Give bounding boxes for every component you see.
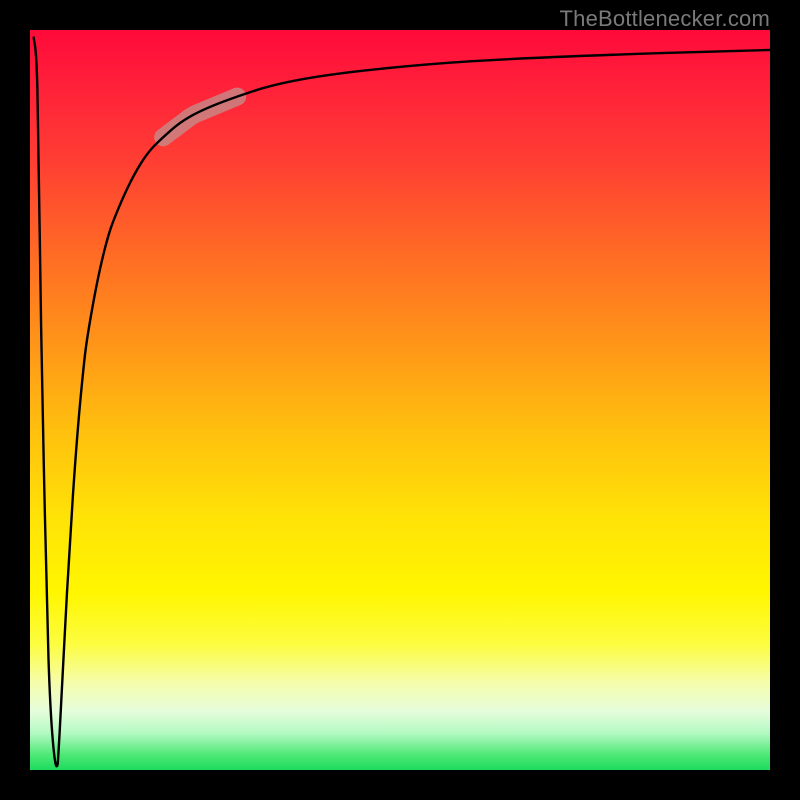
- highlight-segment: [163, 97, 237, 138]
- chart-stage: TheBottlenecker.com: [0, 0, 800, 800]
- watermark-text: TheBottlenecker.com: [560, 6, 770, 32]
- curve-layer: [30, 30, 770, 770]
- plot-area: [30, 30, 770, 770]
- bottleneck-curve: [34, 37, 770, 766]
